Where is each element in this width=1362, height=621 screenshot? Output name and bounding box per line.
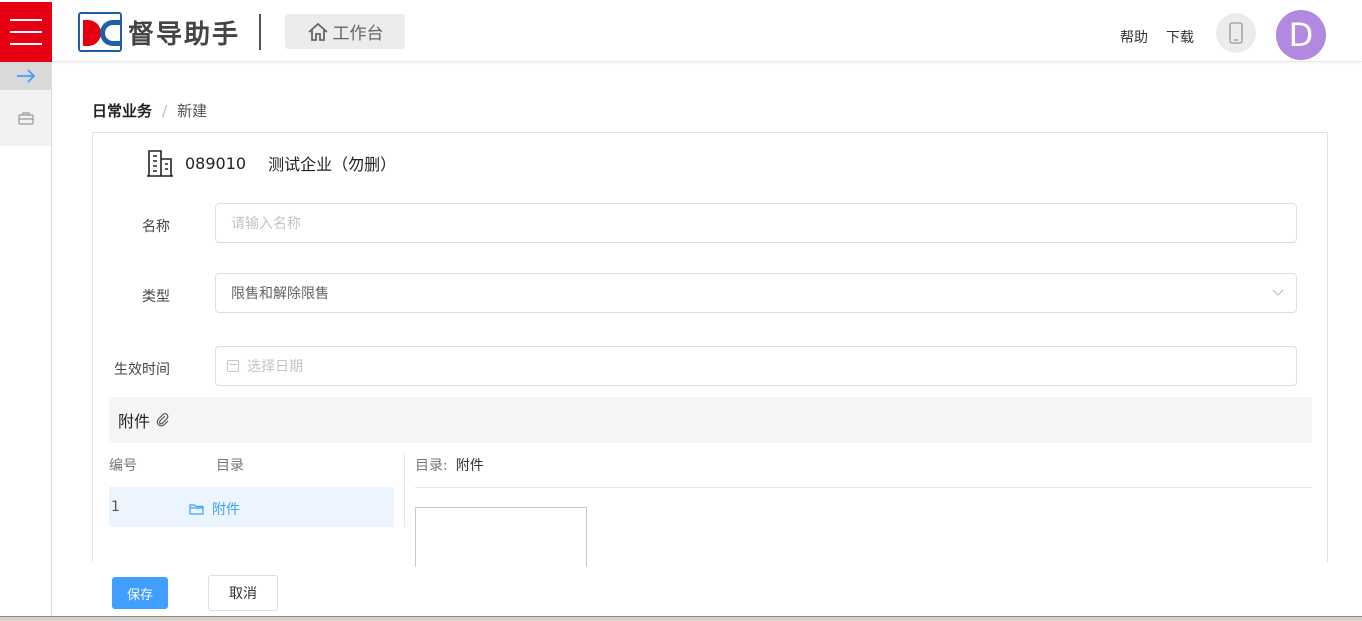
logo-icon [78,12,122,52]
folder-icon [189,504,204,515]
name-placeholder: 请输入名称 [231,216,301,232]
company-name: 测试企业（勿删） [268,155,397,174]
header-divider [259,14,261,50]
briefcase-icon [17,112,34,125]
type-select[interactable]: 限售和解除限售 [215,273,1297,313]
attachments-section-header: 附件 [109,397,1312,443]
breadcrumb-separator: / [162,102,168,120]
hamburger-line [10,31,42,33]
form-card: 089010 测试企业（勿删） 名称 请输入名称 类型 限售和解除限售 生效时间… [92,132,1328,567]
chevron-down-icon [1272,289,1284,296]
row-directory-label: 附件 [212,502,240,518]
date-placeholder: 选择日期 [247,359,303,375]
arrow-right-icon [16,69,35,83]
breadcrumb-root[interactable]: 日常业务 [92,102,152,120]
mobile-button[interactable] [1216,13,1256,53]
column-header-directory: 目录 [216,458,244,474]
app-name: 督导助手 [128,19,241,50]
row-directory: 附件 [189,499,240,519]
help-link[interactable]: 帮助 [1120,27,1148,47]
company-code: 089010 [185,153,247,173]
mobile-phone-icon [1229,22,1243,44]
calendar-icon [227,360,239,372]
attachments-title: 附件 [118,412,151,431]
hamburger-line [10,43,42,45]
table-row[interactable]: 1 附件 [109,487,394,527]
type-label: 类型 [142,289,170,305]
sidebar-expand-button[interactable] [0,62,51,90]
workbench-label: 工作台 [332,24,384,44]
row-number: 1 [111,499,120,515]
name-label: 名称 [142,219,170,235]
download-link[interactable]: 下载 [1166,27,1194,47]
hamburger-line [10,19,42,21]
breadcrumb-current: 新建 [177,102,208,120]
paperclip-icon [156,413,169,427]
sidebar-item-business[interactable] [0,90,51,146]
save-button[interactable]: 保存 [112,577,168,609]
directory-label: 目录: [415,458,448,474]
breadcrumb: 日常业务 / 新建 [92,100,207,121]
date-label: 生效时间 [114,362,170,378]
current-directory: 目录: 附件 [415,455,484,475]
upload-area[interactable] [415,507,587,567]
directory-value: 附件 [455,458,484,474]
company-header: 089010 测试企业（勿删） [145,149,396,177]
directory-divider [415,487,1312,488]
home-icon [307,22,328,41]
column-header-number: 编号 [109,458,137,474]
cancel-button[interactable]: 取消 [208,575,278,611]
panel-divider [404,453,405,527]
name-input[interactable]: 请输入名称 [215,203,1297,243]
hamburger-menu-button[interactable] [0,2,52,62]
workbench-button[interactable]: 工作台 [285,14,405,49]
date-picker-input[interactable]: 选择日期 [215,346,1297,386]
app-logo[interactable]: 督导助手 [78,12,240,52]
left-sidebar [0,62,52,621]
type-value: 限售和解除限售 [231,286,329,302]
building-icon [147,150,173,177]
top-header: 督导助手 工作台 帮助 下载 D [0,0,1362,62]
os-taskbar [0,616,1362,621]
user-avatar[interactable]: D [1276,10,1326,60]
